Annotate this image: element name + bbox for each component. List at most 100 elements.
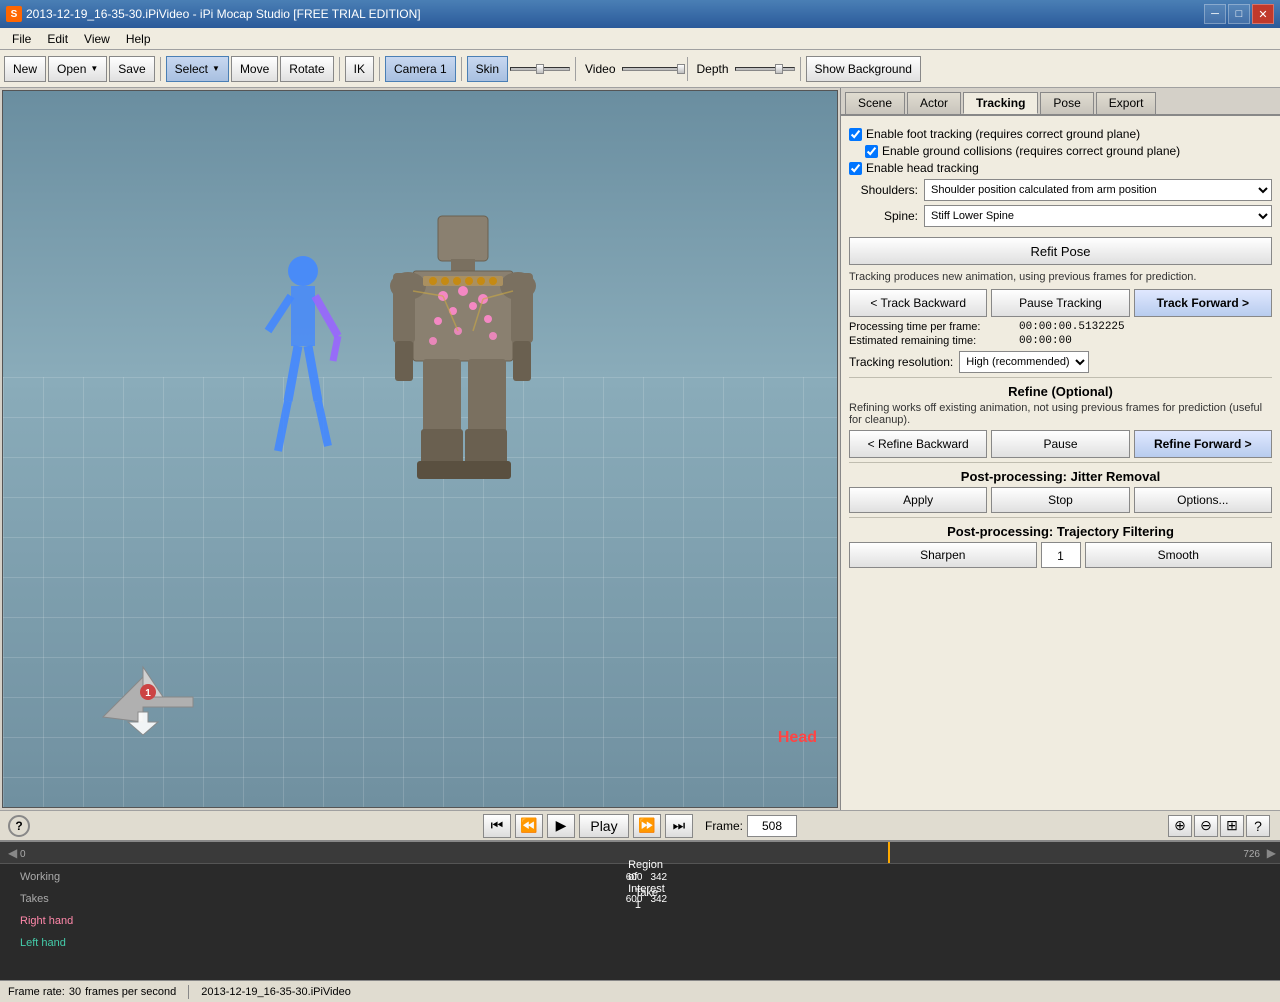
- select-dropdown-arrow: ▼: [212, 64, 220, 73]
- timeline-right-arrow[interactable]: ▶: [1267, 842, 1276, 863]
- separator-3: [379, 57, 380, 81]
- menu-file[interactable]: File: [4, 30, 39, 48]
- tab-scene[interactable]: Scene: [845, 92, 905, 114]
- timeline-row-takes: Takes Take 1 342 600: [0, 888, 1280, 910]
- apply-button[interactable]: Apply: [849, 487, 987, 513]
- timeline-row-working: Working Region of Interest 342 600: [0, 866, 1280, 888]
- skin-button[interactable]: Skin: [467, 56, 508, 82]
- tab-tracking[interactable]: Tracking: [963, 92, 1038, 114]
- save-button[interactable]: Save: [109, 56, 154, 82]
- zoom-fit-button[interactable]: ⊞: [1220, 815, 1244, 837]
- title-bar-controls[interactable]: ─ □ ✕: [1204, 4, 1274, 24]
- video-slider[interactable]: [622, 67, 682, 71]
- jitter-buttons: Apply Stop Options...: [849, 487, 1272, 513]
- timeline-left-arrow[interactable]: ◀: [8, 842, 17, 863]
- app-icon: S: [6, 6, 22, 22]
- separator-6: [687, 57, 688, 81]
- zoom-out-button[interactable]: ⊖: [1194, 815, 1218, 837]
- go-end-button[interactable]: ⏭: [665, 814, 693, 838]
- menu-help[interactable]: Help: [118, 30, 159, 48]
- spine-label: Spine:: [849, 209, 924, 223]
- close-button[interactable]: ✕: [1252, 4, 1274, 24]
- divider-3: [849, 517, 1272, 518]
- trajectory-buttons: Sharpen 1 Smooth: [849, 542, 1272, 568]
- frame-input[interactable]: [747, 815, 797, 837]
- rotate-button[interactable]: Rotate: [280, 56, 333, 82]
- estimated-remaining-row: Estimated remaining time: 00:00:00: [849, 335, 1272, 347]
- timeline-area[interactable]: ◀ 0 726 ▶ Working Region of Interest 342…: [0, 840, 1280, 980]
- frame-rate-label: Frame rate:: [8, 986, 65, 998]
- tab-bar: Scene Actor Tracking Pose Export: [841, 88, 1280, 116]
- zoom-in-button[interactable]: ⊕: [1168, 815, 1192, 837]
- play-label-btn[interactable]: Play: [579, 814, 629, 838]
- refine-buttons: < Refine Backward Pause Refine Forward >: [849, 430, 1272, 458]
- lefthand-track[interactable]: [100, 934, 1260, 952]
- zoom-controls: ⊕ ⊖ ⊞ ?: [1168, 815, 1270, 837]
- sharpen-button[interactable]: Sharpen: [849, 542, 1037, 568]
- spine-row: Spine: Stiff Lower Spine: [849, 205, 1272, 227]
- righthand-track[interactable]: [100, 912, 1260, 930]
- processing-time-label: Processing time per frame:: [849, 321, 1019, 333]
- show-background-button[interactable]: Show Background: [806, 56, 921, 82]
- new-button[interactable]: New: [4, 56, 46, 82]
- refine-forward-button[interactable]: Refine Forward >: [1134, 430, 1272, 458]
- tab-actor[interactable]: Actor: [907, 92, 961, 114]
- resolution-select[interactable]: High (recommended): [959, 351, 1089, 373]
- tab-export[interactable]: Export: [1096, 92, 1157, 114]
- tab-pose[interactable]: Pose: [1040, 92, 1093, 114]
- open-button[interactable]: Open ▼: [48, 56, 107, 82]
- refit-pose-button[interactable]: Refit Pose: [849, 237, 1272, 265]
- refine-backward-button[interactable]: < Refine Backward: [849, 430, 987, 458]
- stop-button[interactable]: Stop: [991, 487, 1129, 513]
- main-area: 1 Head Scene Actor Tracking Pose Export …: [0, 88, 1280, 810]
- track-backward-button[interactable]: < Track Backward: [849, 289, 987, 317]
- blue-figure: [263, 251, 343, 471]
- move-button[interactable]: Move: [231, 56, 278, 82]
- camera-button[interactable]: Camera 1: [385, 56, 456, 82]
- ik-button[interactable]: IK: [345, 56, 374, 82]
- skin-slider[interactable]: [510, 67, 570, 71]
- pause-tracking-button[interactable]: Pause Tracking: [991, 289, 1129, 317]
- rewind-button[interactable]: ⏪: [515, 814, 543, 838]
- resolution-row: Tracking resolution: High (recommended): [849, 351, 1272, 373]
- go-start-button[interactable]: ⏮: [483, 814, 511, 838]
- foot-tracking-checkbox[interactable]: [849, 128, 862, 141]
- 3d-object: 1: [83, 647, 203, 727]
- depth-label: Depth: [693, 62, 733, 76]
- playhead[interactable]: [888, 842, 890, 863]
- play-button[interactable]: ▶: [547, 814, 575, 838]
- smooth-button[interactable]: Smooth: [1085, 542, 1273, 568]
- minimize-button[interactable]: ─: [1204, 4, 1226, 24]
- options-button[interactable]: Options...: [1134, 487, 1272, 513]
- frame-rate-unit: frames per second: [85, 986, 176, 998]
- estimated-remaining-value: 00:00:00: [1019, 335, 1072, 347]
- head-tracking-checkbox[interactable]: [849, 162, 862, 175]
- depth-slider[interactable]: [735, 67, 795, 71]
- ground-collisions-checkbox[interactable]: [865, 145, 878, 158]
- estimated-remaining-label: Estimated remaining time:: [849, 335, 1019, 347]
- takes-track[interactable]: Take 1 342 600: [100, 890, 1260, 908]
- select-button[interactable]: Select ▼: [166, 56, 229, 82]
- fast-forward-button[interactable]: ⏩: [633, 814, 661, 838]
- shoulders-select[interactable]: Shoulder position calculated from arm po…: [924, 179, 1272, 201]
- foot-tracking-row: Enable foot tracking (requires correct g…: [849, 127, 1272, 141]
- toolbar: New Open ▼ Save Select ▼ Move Rotate IK …: [0, 50, 1280, 88]
- spine-select[interactable]: Stiff Lower Spine: [924, 205, 1272, 227]
- timeline-row-lefthand: Left hand: [0, 932, 1280, 954]
- menu-view[interactable]: View: [76, 30, 118, 48]
- pause-refine-button[interactable]: Pause: [991, 430, 1129, 458]
- track-forward-button[interactable]: Track Forward >: [1134, 289, 1272, 317]
- shoulders-row: Shoulders: Shoulder position calculated …: [849, 179, 1272, 201]
- processing-time-value: 00:00:00.5132225: [1019, 321, 1125, 333]
- window-title: 2013-12-19_16-35-30.iPiVideo - iPi Mocap…: [26, 7, 421, 21]
- menu-edit[interactable]: Edit: [39, 30, 76, 48]
- zoom-help-button[interactable]: ?: [1246, 815, 1270, 837]
- viewport[interactable]: 1 Head: [2, 90, 838, 808]
- maximize-button[interactable]: □: [1228, 4, 1250, 24]
- open-dropdown-arrow: ▼: [90, 64, 98, 73]
- ruler-start: 0: [20, 849, 26, 860]
- working-track[interactable]: Region of Interest 342 600: [100, 868, 1260, 886]
- separator-4: [461, 57, 462, 81]
- help-button[interactable]: ?: [8, 815, 30, 837]
- timeline-row-righthand: Right hand: [0, 910, 1280, 932]
